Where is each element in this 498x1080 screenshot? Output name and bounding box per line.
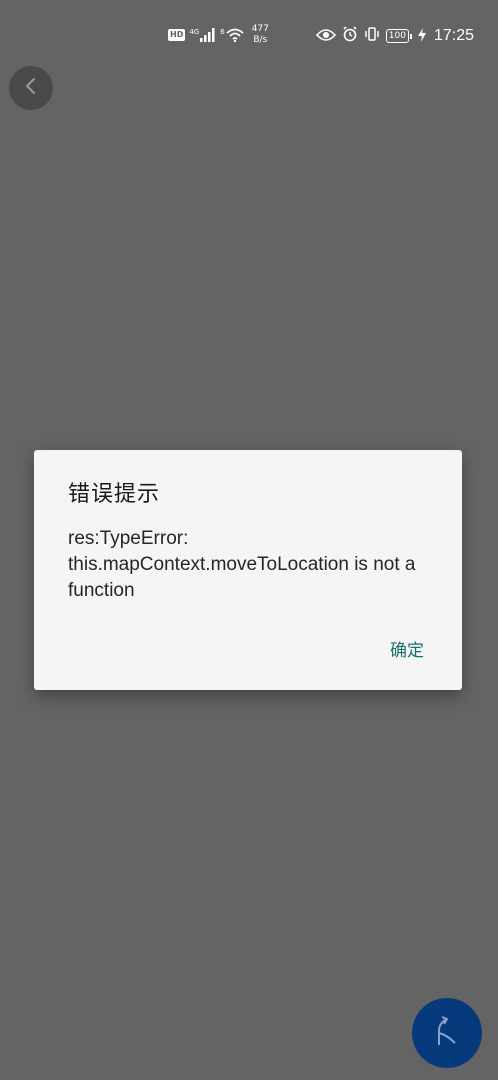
wifi-label: 6	[220, 28, 225, 36]
network-speed: 477 B/s	[252, 24, 269, 46]
signal-icon: 4G	[189, 28, 216, 42]
network-speed-value: 477	[251, 24, 269, 34]
navigate-fab-button[interactable]	[412, 998, 482, 1068]
confirm-button[interactable]: 确定	[382, 634, 432, 663]
status-bar-right: 100 17:25	[315, 26, 474, 46]
network-label: 4G	[189, 28, 200, 36]
navigation-arrow-icon	[429, 1013, 465, 1053]
dialog-title: 错误提示	[68, 482, 161, 507]
network-speed-unit: B/s	[253, 35, 268, 45]
hd-badge: HD	[168, 29, 186, 41]
clock: 17:25	[433, 27, 474, 44]
dialog-message: res:TypeError: this.mapContext.moveToLoc…	[68, 528, 416, 601]
alarm-icon	[342, 26, 358, 46]
eye-icon	[315, 27, 336, 46]
charging-icon	[417, 27, 426, 46]
status-bar: HD 4G 6 477 B/s 100 17:25	[0, 0, 498, 72]
vibrate-icon	[364, 26, 380, 46]
error-dialog: 错误提示 res:TypeError: this.mapContext.move…	[34, 450, 462, 690]
battery-icon: 100	[385, 29, 413, 43]
chevron-left-icon	[24, 77, 38, 99]
wifi-icon: 6	[220, 28, 244, 42]
back-button[interactable]	[9, 66, 53, 110]
screen: HD 4G 6 477 B/s 100 17:25 错误提示 res:TypeE…	[0, 0, 498, 1080]
status-bar-left: HD 4G 6 477 B/s	[168, 24, 269, 46]
